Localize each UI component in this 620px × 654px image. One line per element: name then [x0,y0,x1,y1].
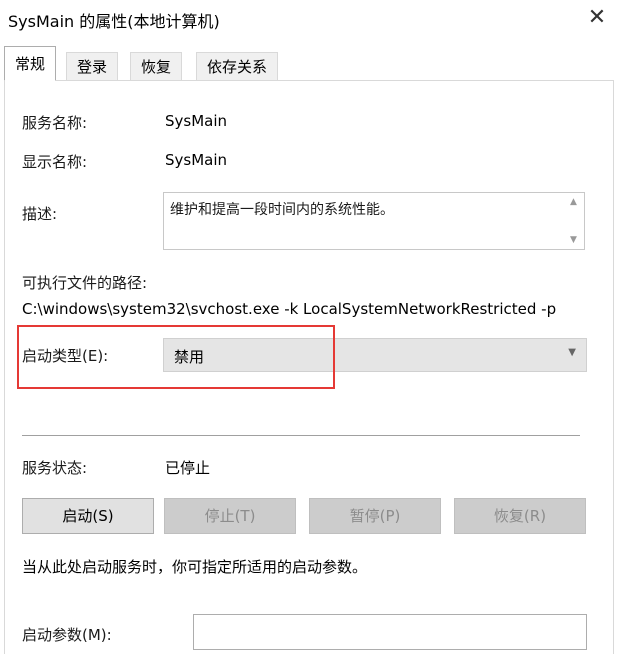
start-params-input[interactable] [193,614,587,650]
description-label: 描述: [22,205,58,223]
startup-type-label: 启动类型(E): [22,347,109,365]
startup-type-select[interactable]: 禁用 ▼ [163,338,587,372]
window-title: SysMain 的属性(本地计算机) [8,12,220,31]
display-name-label: 显示名称: [22,153,88,171]
service-name-label: 服务名称: [22,114,88,132]
service-status-label: 服务状态: [22,459,88,477]
start-button[interactable]: 启动(S) [22,498,154,534]
path-label: 可执行文件的路径: [22,274,148,292]
path-value: C:\windows\system32\svchost.exe -k Local… [22,300,557,318]
startup-type-value: 禁用 [174,348,205,366]
divider [22,435,580,436]
tab-recovery[interactable]: 恢复 [130,52,183,80]
service-status-value: 已停止 [165,459,211,477]
description-scrollbar[interactable]: ▲ ▼ [566,193,584,249]
tab-dependencies[interactable]: 依存关系 [196,52,279,80]
close-icon[interactable]: ✕ [582,4,612,34]
title-bar: SysMain 的属性(本地计算机) ✕ [0,0,620,40]
description-box[interactable]: 维护和提高一段时间内的系统性能。 ▲ ▼ [163,192,585,250]
start-params-hint: 当从此处启动服务时，你可指定所适用的启动参数。 [22,558,368,576]
service-name-value: SysMain [165,112,228,130]
tab-strip: 常规 登录 恢复 依存关系 [0,44,620,81]
stop-button[interactable]: 停止(T) [164,498,296,534]
display-name-value: SysMain [165,151,228,169]
chevron-down-icon: ▼ [568,347,576,358]
description-text: 维护和提高一段时间内的系统性能。 [170,202,394,218]
tab-general[interactable]: 常规 [4,46,57,81]
resume-button[interactable]: 恢复(R) [454,498,586,534]
chevron-up-icon[interactable]: ▲ [570,197,577,207]
chevron-down-icon[interactable]: ▼ [570,235,577,245]
tab-logon[interactable]: 登录 [66,52,119,80]
pause-button[interactable]: 暂停(P) [309,498,441,534]
start-params-label: 启动参数(M): [22,626,112,644]
